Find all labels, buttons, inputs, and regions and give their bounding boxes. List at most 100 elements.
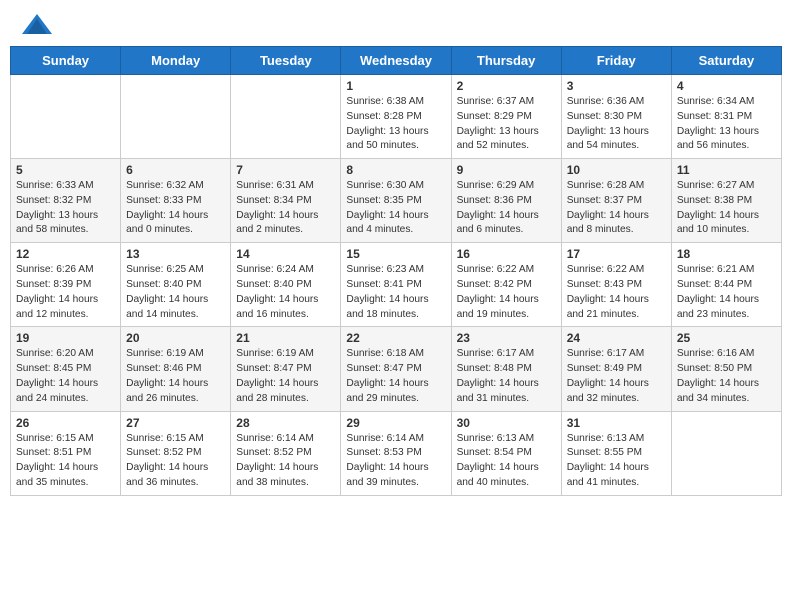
day-info: Sunrise: 6:13 AMSunset: 8:54 PMDaylight:… (457, 432, 556, 491)
day-info: Sunrise: 6:16 AMSunset: 8:50 PMDaylight:… (677, 347, 776, 406)
calendar-cell: 10 Sunrise: 6:28 AMSunset: 8:37 PMDayligh… (561, 159, 671, 243)
calendar-cell: 15 Sunrise: 6:23 AMSunset: 8:41 PMDayligh… (341, 243, 451, 327)
day-number: 4 (677, 79, 776, 93)
day-info: Sunrise: 6:28 AMSunset: 8:37 PMDaylight:… (567, 179, 666, 238)
calendar-cell: 9 Sunrise: 6:29 AMSunset: 8:36 PMDaylight… (451, 159, 561, 243)
calendar-table: SundayMondayTuesdayWednesdayThursdayFrid… (10, 46, 782, 496)
calendar-cell: 26 Sunrise: 6:15 AMSunset: 8:51 PMDayligh… (11, 411, 121, 495)
calendar-week-row: 5 Sunrise: 6:33 AMSunset: 8:32 PMDaylight… (11, 159, 782, 243)
day-info: Sunrise: 6:18 AMSunset: 8:47 PMDaylight:… (346, 347, 445, 406)
calendar-cell: 13Sunrise: 6:25 AMSunset: 8:40 PMDayligh… (121, 243, 231, 327)
calendar-week-row: 26 Sunrise: 6:15 AMSunset: 8:51 PMDayligh… (11, 411, 782, 495)
day-info: Sunrise: 6:13 AMSunset: 8:55 PMDaylight:… (567, 432, 666, 491)
day-of-week-header: Friday (561, 47, 671, 75)
calendar-cell: 20 Sunrise: 6:19 AMSunset: 8:46 PMDayligh… (121, 327, 231, 411)
calendar-cell: 18Sunrise: 6:21 AMSunset: 8:44 PMDayligh… (671, 243, 781, 327)
day-number: 20 (126, 331, 225, 345)
day-number: 6 (126, 163, 225, 177)
calendar-cell (11, 75, 121, 159)
calendar-week-row: 12 Sunrise: 6:26 AMSunset: 8:39 PMDayligh… (11, 243, 782, 327)
day-number: 26 (16, 416, 115, 430)
calendar-cell: 14Sunrise: 6:24 AMSunset: 8:40 PMDayligh… (231, 243, 341, 327)
day-of-week-header: Tuesday (231, 47, 341, 75)
day-info: Sunrise: 6:26 AMSunset: 8:39 PMDaylight:… (16, 263, 115, 322)
calendar-cell: 3 Sunrise: 6:36 AMSunset: 8:30 PMDaylight… (561, 75, 671, 159)
day-number: 15 (346, 247, 445, 261)
calendar-cell (231, 75, 341, 159)
calendar-cell: 17 Sunrise: 6:22 AMSunset: 8:43 PMDayligh… (561, 243, 671, 327)
day-of-week-header: Wednesday (341, 47, 451, 75)
day-number: 12 (16, 247, 115, 261)
day-info: Sunrise: 6:29 AMSunset: 8:36 PMDaylight:… (457, 179, 556, 238)
day-info: Sunrise: 6:19 AMSunset: 8:46 PMDaylight:… (126, 347, 225, 406)
day-number: 18 (677, 247, 776, 261)
day-number: 25 (677, 331, 776, 345)
calendar-cell: 27 Sunrise: 6:15 AMSunset: 8:52 PMDayligh… (121, 411, 231, 495)
day-number: 17 (567, 247, 666, 261)
logo (18, 14, 54, 34)
calendar-cell: 1 Sunrise: 6:38 AMSunset: 8:28 PMDaylight… (341, 75, 451, 159)
day-info: Sunrise: 6:20 AMSunset: 8:45 PMDaylight:… (16, 347, 115, 406)
day-number: 31 (567, 416, 666, 430)
calendar-header: SundayMondayTuesdayWednesdayThursdayFrid… (11, 47, 782, 75)
day-info: Sunrise: 6:15 AMSunset: 8:51 PMDaylight:… (16, 432, 115, 491)
calendar-cell: 4 Sunrise: 6:34 AMSunset: 8:31 PMDaylight… (671, 75, 781, 159)
day-of-week-header: Monday (121, 47, 231, 75)
day-number: 14 (236, 247, 335, 261)
calendar-cell: 5 Sunrise: 6:33 AMSunset: 8:32 PMDaylight… (11, 159, 121, 243)
calendar-cell: 30Sunrise: 6:13 AMSunset: 8:54 PMDayligh… (451, 411, 561, 495)
day-number: 1 (346, 79, 445, 93)
day-number: 13 (126, 247, 225, 261)
calendar-cell: 2 Sunrise: 6:37 AMSunset: 8:29 PMDaylight… (451, 75, 561, 159)
day-info: Sunrise: 6:38 AMSunset: 8:28 PMDaylight:… (346, 95, 445, 154)
day-of-week-header: Sunday (11, 47, 121, 75)
calendar-week-row: 1 Sunrise: 6:38 AMSunset: 8:28 PMDaylight… (11, 75, 782, 159)
day-info: Sunrise: 6:22 AMSunset: 8:43 PMDaylight:… (567, 263, 666, 322)
calendar-cell (121, 75, 231, 159)
day-number: 8 (346, 163, 445, 177)
day-info: Sunrise: 6:37 AMSunset: 8:29 PMDaylight:… (457, 95, 556, 154)
calendar-cell: 7Sunrise: 6:31 AMSunset: 8:34 PMDaylight… (231, 159, 341, 243)
calendar-cell: 28 Sunrise: 6:14 AMSunset: 8:52 PMDayligh… (231, 411, 341, 495)
day-info: Sunrise: 6:19 AMSunset: 8:47 PMDaylight:… (236, 347, 335, 406)
day-number: 22 (346, 331, 445, 345)
day-info: Sunrise: 6:33 AMSunset: 8:32 PMDaylight:… (16, 179, 115, 238)
calendar-cell: 12 Sunrise: 6:26 AMSunset: 8:39 PMDayligh… (11, 243, 121, 327)
day-number: 2 (457, 79, 556, 93)
calendar-cell (671, 411, 781, 495)
day-number: 27 (126, 416, 225, 430)
day-of-week-header: Thursday (451, 47, 561, 75)
day-number: 21 (236, 331, 335, 345)
day-info: Sunrise: 6:32 AMSunset: 8:33 PMDaylight:… (126, 179, 225, 238)
day-info: Sunrise: 6:34 AMSunset: 8:31 PMDaylight:… (677, 95, 776, 154)
day-info: Sunrise: 6:14 AMSunset: 8:52 PMDaylight:… (236, 432, 335, 491)
day-number: 19 (16, 331, 115, 345)
day-of-week-header: Saturday (671, 47, 781, 75)
day-number: 28 (236, 416, 335, 430)
calendar-cell: 6 Sunrise: 6:32 AMSunset: 8:33 PMDaylight… (121, 159, 231, 243)
day-info: Sunrise: 6:23 AMSunset: 8:41 PMDaylight:… (346, 263, 445, 322)
day-info: Sunrise: 6:27 AMSunset: 8:38 PMDaylight:… (677, 179, 776, 238)
day-number: 5 (16, 163, 115, 177)
calendar-cell: 23Sunrise: 6:17 AMSunset: 8:48 PMDayligh… (451, 327, 561, 411)
calendar-body: 1 Sunrise: 6:38 AMSunset: 8:28 PMDaylight… (11, 75, 782, 496)
day-number: 11 (677, 163, 776, 177)
calendar-cell: 25 Sunrise: 6:16 AMSunset: 8:50 PMDayligh… (671, 327, 781, 411)
day-number: 29 (346, 416, 445, 430)
calendar-week-row: 19 Sunrise: 6:20 AMSunset: 8:45 PMDayligh… (11, 327, 782, 411)
day-number: 23 (457, 331, 556, 345)
day-info: Sunrise: 6:15 AMSunset: 8:52 PMDaylight:… (126, 432, 225, 491)
day-number: 9 (457, 163, 556, 177)
day-info: Sunrise: 6:17 AMSunset: 8:49 PMDaylight:… (567, 347, 666, 406)
page-header (10, 10, 782, 38)
day-info: Sunrise: 6:31 AMSunset: 8:34 PMDaylight:… (236, 179, 335, 238)
calendar-cell: 11 Sunrise: 6:27 AMSunset: 8:38 PMDayligh… (671, 159, 781, 243)
day-number: 10 (567, 163, 666, 177)
day-info: Sunrise: 6:22 AMSunset: 8:42 PMDaylight:… (457, 263, 556, 322)
day-info: Sunrise: 6:14 AMSunset: 8:53 PMDaylight:… (346, 432, 445, 491)
calendar-cell: 22 Sunrise: 6:18 AMSunset: 8:47 PMDayligh… (341, 327, 451, 411)
calendar-cell: 19 Sunrise: 6:20 AMSunset: 8:45 PMDayligh… (11, 327, 121, 411)
day-number: 24 (567, 331, 666, 345)
day-info: Sunrise: 6:36 AMSunset: 8:30 PMDaylight:… (567, 95, 666, 154)
day-number: 3 (567, 79, 666, 93)
